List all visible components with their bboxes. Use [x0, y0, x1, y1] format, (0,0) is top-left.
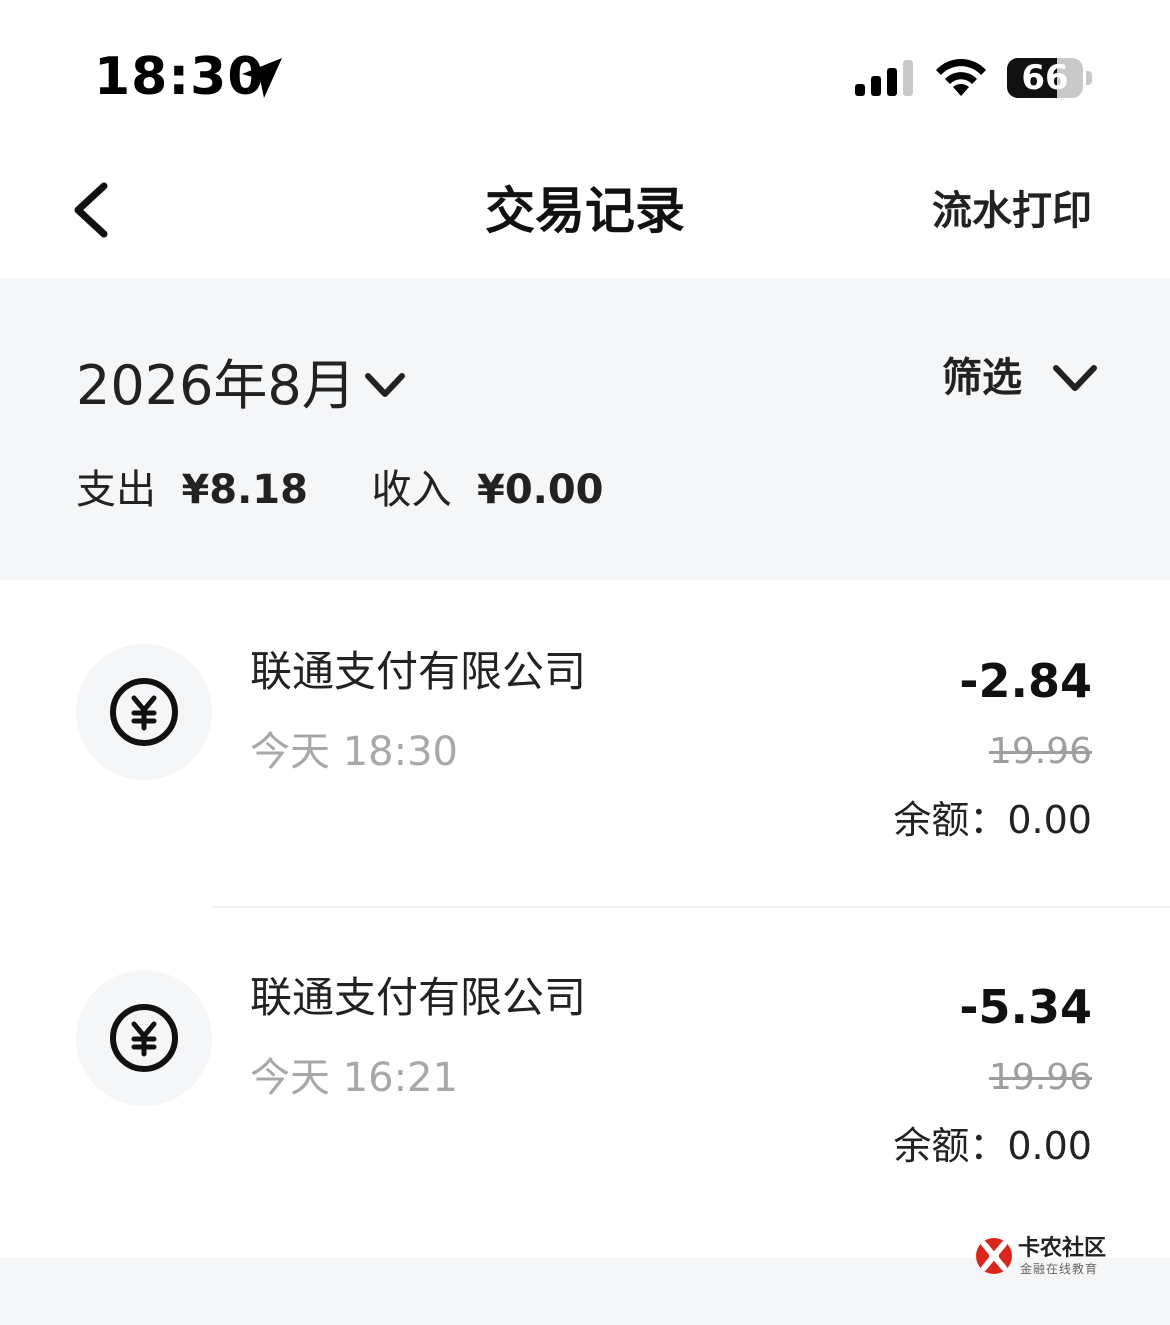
income-label: 收入	[371, 467, 452, 513]
watermark: 卡农社区 金融在线教育	[972, 1234, 1112, 1278]
expense-value: ¥8.18	[181, 467, 308, 513]
transaction-time: 今天 16:21	[250, 1055, 458, 1101]
transaction-row[interactable]: 联通支付有限公司 今天 16:21 -5.34 19.96 余额：0.00	[0, 906, 1170, 1232]
kanong-logo-icon	[976, 1238, 1012, 1274]
page-title: 交易记录	[485, 182, 685, 240]
month-summary: 支出 ¥8.18 收入 ¥0.00	[76, 466, 604, 514]
cellular-signal-icon	[855, 60, 913, 96]
location-arrow-icon	[242, 58, 282, 98]
transaction-time: 今天 18:30	[250, 729, 458, 775]
statement-print-button[interactable]: 流水打印	[932, 184, 1092, 238]
expense-label: 支出	[76, 467, 156, 513]
battery-indicator: 66	[1007, 58, 1093, 100]
watermark-subtitle: 金融在线教育	[1020, 1262, 1099, 1276]
balance-text: 余额：0.00	[893, 798, 1092, 842]
filter-chevron-down-icon[interactable]	[1050, 358, 1100, 400]
transaction-amount: -5.34	[959, 980, 1092, 1034]
original-amount: 19.96	[988, 1057, 1092, 1098]
transaction-avatar	[76, 970, 212, 1106]
wifi-icon	[936, 59, 986, 96]
battery-percent: 66	[1021, 58, 1069, 98]
filter-button[interactable]: 筛选	[942, 352, 1022, 404]
chevron-down-icon[interactable]	[362, 366, 408, 406]
month-selector[interactable]: 2026年8月	[76, 352, 356, 420]
merchant-name: 联通支付有限公司	[250, 647, 587, 696]
watermark-name: 卡农社区	[1018, 1236, 1107, 1261]
balance-text: 余额：0.00	[893, 1124, 1092, 1168]
merchant-name: 联通支付有限公司	[250, 973, 587, 1022]
transaction-row[interactable]: 联通支付有限公司 今天 18:30 -2.84 19.96 余额：0.00	[0, 580, 1170, 906]
income-value: ¥0.00	[476, 467, 604, 513]
transaction-amount: -2.84	[959, 654, 1092, 708]
back-chevron-icon[interactable]	[64, 178, 124, 242]
yuan-coin-icon	[110, 1004, 178, 1072]
yuan-coin-icon	[110, 678, 178, 746]
filter-panel	[0, 278, 1170, 580]
transaction-avatar	[76, 644, 212, 780]
original-amount: 19.96	[988, 731, 1092, 772]
